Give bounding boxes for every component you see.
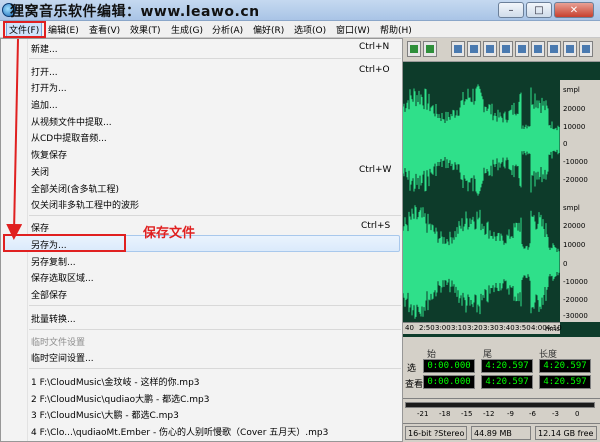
status-free-space: 12.14 GB free xyxy=(535,426,597,440)
ruler-label: 20000 xyxy=(563,105,586,113)
status-bar: 16-bit ?Stereo 44.89 MB 12.14 GB free xyxy=(403,423,600,442)
view-end-field[interactable]: 4:20.597 xyxy=(481,375,533,389)
ruler-label: -10000 xyxy=(563,158,588,166)
sample-rate-icon[interactable] xyxy=(563,41,577,57)
ruler-label: -10000 xyxy=(563,278,588,286)
recent-file-4[interactable]: 4 F:\Clo...\qudiaoMt.Ember - 伤心的人别听慢歌（Co… xyxy=(31,425,328,438)
view-start-field[interactable]: 0:00.000 xyxy=(423,375,475,389)
time-label: 40 xyxy=(405,324,414,332)
time-label: 2:50 xyxy=(419,324,435,332)
status-file-size: 44.89 MB xyxy=(471,426,531,440)
settings-icon[interactable] xyxy=(579,41,593,57)
toolbar xyxy=(403,38,600,62)
shortcut-save: Ctrl+S xyxy=(361,221,391,231)
db-label: -9 xyxy=(507,410,514,418)
spectral-view-icon[interactable] xyxy=(467,41,481,57)
level-meter: -21 -18 -15 -12 -9 -6 -3 0 xyxy=(403,398,600,422)
db-label: 0 xyxy=(575,410,580,418)
selection-panel: 始 尾 长度 选 查看 0:00.000 4:20.597 4:20.597 0… xyxy=(403,340,600,396)
ruler-label: -20000 xyxy=(563,176,588,184)
menu-generate[interactable]: 生成(G) xyxy=(171,23,203,36)
time-label: 3:30 xyxy=(483,324,499,332)
ruler-label: 10000 xyxy=(563,123,586,131)
ruler-label: 10000 xyxy=(563,241,586,249)
menu-separator xyxy=(29,305,401,306)
status-format: 16-bit ?Stereo xyxy=(405,426,467,440)
selection-length-field[interactable]: 4:20.597 xyxy=(539,359,591,373)
time-label: 3:50 xyxy=(515,324,531,332)
amplitude-ruler: smpl 20000 10000 0 -10000 -20000 smpl 20… xyxy=(560,80,600,322)
ruler-label: smpl xyxy=(563,86,580,94)
window-controls: – □ ✕ xyxy=(498,2,594,18)
time-unit-label: hms xyxy=(545,325,560,333)
menu-item-batch-convert[interactable]: 批量转换... xyxy=(31,312,76,325)
ruler-label: -30000 xyxy=(563,312,588,320)
shortcut-close: Ctrl+W xyxy=(359,165,392,175)
ruler-label: 20000 xyxy=(563,222,586,230)
time-label: 3:00 xyxy=(435,324,451,332)
annotation-arrow xyxy=(6,38,23,240)
loop-icon[interactable] xyxy=(515,41,529,57)
db-label: -18 xyxy=(439,410,451,418)
ruler-label: smpl xyxy=(563,204,580,212)
ruler-label: 0 xyxy=(563,140,568,148)
zoom-icon[interactable] xyxy=(483,41,497,57)
recent-file-3[interactable]: 3 F:\CloudMusic\大鹏 - 都选C.mp3 xyxy=(31,408,179,421)
bit-depth-icon[interactable] xyxy=(547,41,561,57)
shortcut-open: Ctrl+O xyxy=(359,65,390,75)
ruler-label: -20000 xyxy=(563,296,588,304)
menu-window[interactable]: 窗口(W) xyxy=(336,23,370,36)
view-row-label: 查看 xyxy=(405,380,424,390)
menu-item-temp-file-settings: 临时文件设置 xyxy=(31,338,86,348)
db-label: -12 xyxy=(483,410,495,418)
selection-end-field[interactable]: 4:20.597 xyxy=(481,359,533,373)
ruler-label: 0 xyxy=(563,260,568,268)
selection-row-label: 选 xyxy=(407,364,417,374)
menu-item-temp-space-settings[interactable]: 临时空间设置... xyxy=(31,351,94,364)
db-label: -15 xyxy=(461,410,473,418)
time-label: 3:20 xyxy=(467,324,483,332)
time-ruler: 40 2:50 3:00 3:10 3:20 3:30 3:40 3:50 4:… xyxy=(403,322,562,334)
close-button[interactable]: ✕ xyxy=(554,2,594,18)
time-label: 3:40 xyxy=(499,324,515,332)
menu-separator xyxy=(29,329,401,330)
menu-analyze[interactable]: 分析(A) xyxy=(212,23,243,36)
menu-help[interactable]: 帮助(H) xyxy=(380,23,412,36)
menu-item-save-all[interactable]: 全部保存 xyxy=(31,288,67,301)
multitrack-view-icon[interactable] xyxy=(407,41,421,57)
recent-file-2[interactable]: 2 F:\CloudMusic\qudiao大鹏 - 都选C.mp3 xyxy=(31,392,209,405)
record-icon[interactable] xyxy=(531,41,545,57)
waveform-view-icon[interactable] xyxy=(451,41,465,57)
menu-item-save-selection[interactable]: 保存选取区域... xyxy=(31,271,94,284)
view-length-field[interactable]: 4:20.597 xyxy=(539,375,591,389)
menu-options[interactable]: 选项(O) xyxy=(294,23,326,36)
menu-separator xyxy=(29,368,401,369)
minimize-button[interactable]: – xyxy=(498,2,524,18)
db-label: -6 xyxy=(529,410,536,418)
waveform-svg xyxy=(403,84,560,319)
db-label: -3 xyxy=(552,410,559,418)
annotation-label: 保存文件 xyxy=(143,226,196,241)
time-label: 3:10 xyxy=(451,324,467,332)
selection-start-field[interactable]: 0:00.000 xyxy=(423,359,475,373)
db-label: -21 xyxy=(417,410,429,418)
level-meter-track xyxy=(405,402,595,408)
recent-file-1[interactable]: 1 F:\CloudMusic\金玟岐 - 这样的你.mp3 xyxy=(31,375,200,388)
cd-view-icon[interactable] xyxy=(423,41,437,57)
shortcut-new: Ctrl+N xyxy=(359,42,390,52)
maximize-button[interactable]: □ xyxy=(526,2,552,18)
menu-preferences[interactable]: 偏好(R) xyxy=(253,23,284,36)
play-icon[interactable] xyxy=(499,41,513,57)
